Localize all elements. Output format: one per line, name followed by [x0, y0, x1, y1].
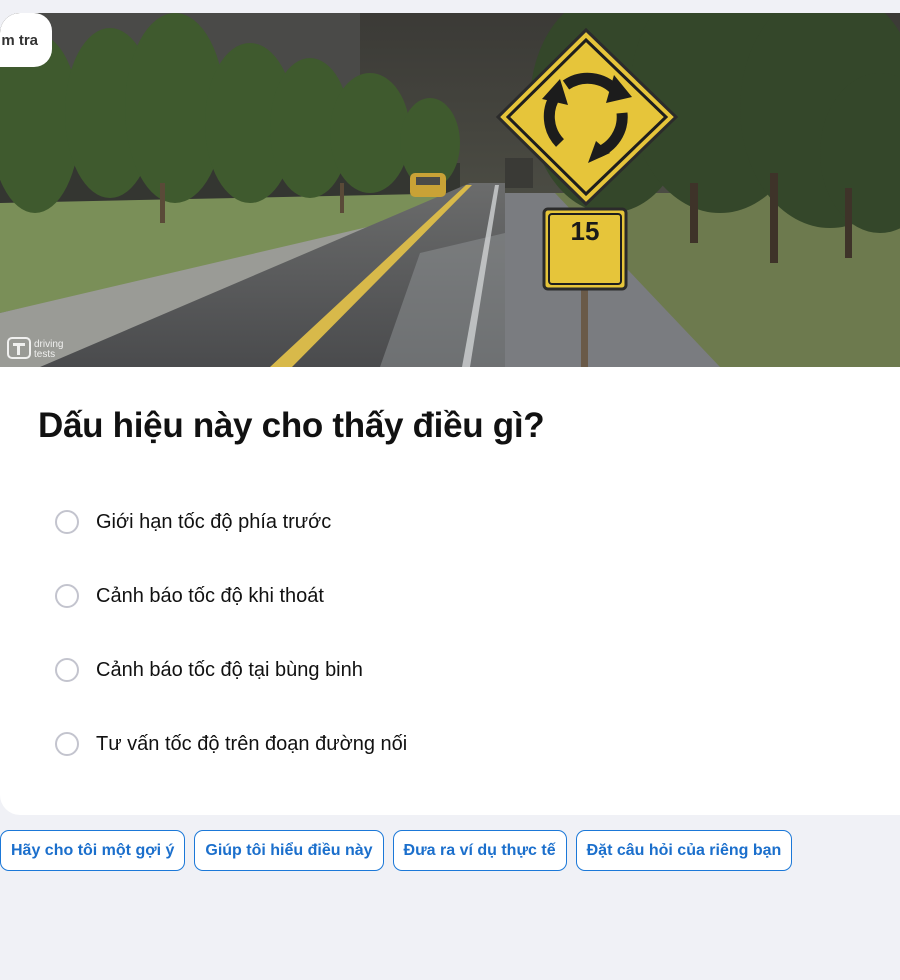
radio-button[interactable]: [55, 658, 79, 682]
answer-label: Cảnh báo tốc độ tại bùng binh: [96, 658, 363, 681]
answer-label: Giới hạn tốc độ phía trước: [96, 510, 332, 533]
top-tab[interactable]: m tra: [0, 13, 52, 67]
radio-button[interactable]: [55, 732, 79, 756]
question-image: 15 driving tests: [0, 13, 900, 367]
answer-option-3[interactable]: Cảnh báo tốc độ tại bùng binh: [55, 654, 655, 686]
hint-chip[interactable]: Hãy cho tôi một gợi ý: [0, 830, 186, 871]
ask-question-chip[interactable]: Đặt câu hỏi của riêng bạn: [575, 830, 793, 871]
answer-option-2[interactable]: Cảnh báo tốc độ khi thoát: [55, 580, 655, 612]
answer-options: Giới hạn tốc độ phía trước Cảnh báo tốc …: [55, 506, 655, 802]
example-chip[interactable]: Đưa ra ví dụ thực tế: [392, 830, 567, 871]
top-tab-label: m tra: [1, 31, 38, 49]
answer-label: Tư vấn tốc độ trên đoạn đường nối: [96, 732, 408, 755]
question-card: 15 driving tests m tra Dấu hiệu này cho …: [0, 13, 900, 815]
answer-option-4[interactable]: Tư vấn tốc độ trên đoạn đường nối: [55, 728, 655, 760]
explain-chip[interactable]: Giúp tôi hiểu điều này: [194, 830, 384, 871]
question-text: Dấu hiệu này cho thấy điều gì?: [38, 406, 545, 445]
radio-button[interactable]: [55, 510, 79, 534]
speed-plate-number: 15: [571, 216, 600, 246]
radio-button[interactable]: [55, 584, 79, 608]
suggestion-chips: Hãy cho tôi một gợi ý Giúp tôi hiểu điều…: [0, 830, 793, 871]
answer-label: Cảnh báo tốc độ khi thoát: [96, 584, 324, 607]
svg-text:tests: tests: [34, 349, 55, 360]
answer-option-1[interactable]: Giới hạn tốc độ phía trước: [55, 506, 655, 538]
